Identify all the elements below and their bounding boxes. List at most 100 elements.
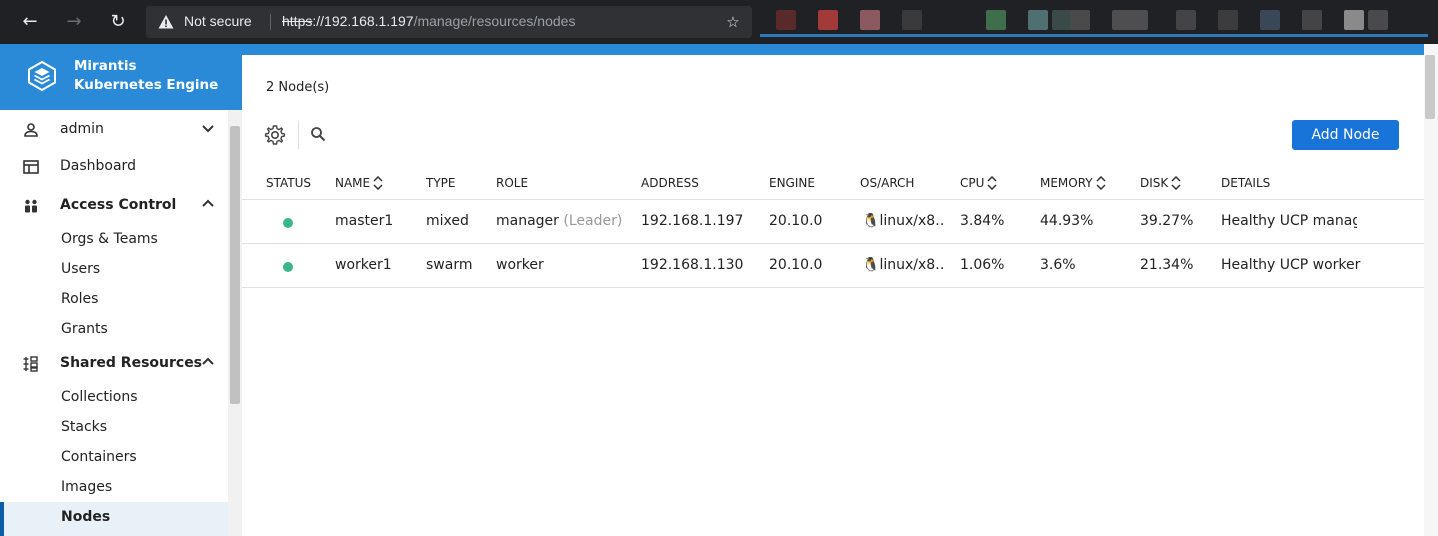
warning-icon[interactable] <box>158 14 174 30</box>
sidebar-item-grants[interactable]: Grants <box>61 321 108 337</box>
sort-icon[interactable] <box>1096 176 1106 190</box>
reload-icon[interactable]: ↻ <box>104 8 132 36</box>
extension-icon[interactable] <box>1112 10 1148 30</box>
sidebar-item-images[interactable]: Images <box>61 479 112 495</box>
extension-icon[interactable] <box>860 10 880 30</box>
resources-icon <box>23 356 38 372</box>
extension-icons <box>770 10 1430 34</box>
bookmark-star-icon[interactable]: ☆ <box>724 13 742 31</box>
node-name[interactable]: master1 <box>335 213 393 229</box>
sort-icon[interactable] <box>987 176 997 190</box>
forward-icon: → <box>66 11 82 32</box>
extension-icon[interactable] <box>776 10 796 30</box>
search-icon[interactable] <box>310 126 326 142</box>
url-scheme: https <box>282 13 313 29</box>
node-type: swarm <box>426 257 473 273</box>
url-text[interactable]: https://192.168.1.197/manage/resources/n… <box>282 13 575 29</box>
column-header-label: CPU <box>960 176 985 190</box>
node-os-arch: 🐧linux/x8… <box>862 257 946 273</box>
column-header-role: ROLE <box>496 176 529 190</box>
sidebar-item-dashboard[interactable]: Dashboard <box>0 152 228 182</box>
extension-icon[interactable] <box>902 10 922 30</box>
chevron-up-icon[interactable] <box>200 196 216 212</box>
node-role: manager (Leader) <box>496 213 622 229</box>
brand-line1: Mirantis <box>74 58 137 74</box>
status-healthy-icon <box>283 262 293 272</box>
column-header-os-arch: OS/ARCH <box>860 176 915 190</box>
extension-icon[interactable] <box>1368 10 1388 30</box>
column-header-disk[interactable]: DISK <box>1140 176 1181 190</box>
node-disk: 39.27% <box>1140 213 1194 229</box>
column-header-engine: ENGINE <box>769 176 815 190</box>
status-healthy-icon <box>283 218 293 228</box>
node-os-arch: 🐧linux/x8… <box>862 213 946 229</box>
table-bottom-border <box>242 287 1424 288</box>
sidebar-item-orgs-teams[interactable]: Orgs & Teams <box>61 231 158 247</box>
extension-icon[interactable] <box>1302 10 1322 30</box>
node-disk: 21.34% <box>1140 257 1194 273</box>
extension-icon[interactable] <box>1176 10 1196 30</box>
sidebar: admin Dashboard Access Control Orgs & Te… <box>0 110 242 536</box>
node-details: Healthy UCP worker <box>1221 257 1361 273</box>
sidebar-section-shared-resources[interactable]: Shared Resources <box>0 349 228 379</box>
extension-icon[interactable] <box>1218 10 1238 30</box>
extension-icon[interactable] <box>1260 10 1280 30</box>
url-separator <box>270 14 271 30</box>
extension-icon[interactable] <box>1052 10 1072 30</box>
gear-icon[interactable] <box>264 124 286 146</box>
node-type: mixed <box>426 213 469 229</box>
main-content: 2 Node(s) Add Node STATUS NAME TYPE ROLE… <box>242 55 1424 536</box>
toolbar-divider <box>298 121 299 149</box>
sidebar-item-roles[interactable]: Roles <box>61 291 98 307</box>
sidebar-item-nodes[interactable]: Nodes <box>0 502 228 536</box>
node-engine: 20.10.0 <box>769 213 823 229</box>
sort-icon[interactable] <box>373 176 383 190</box>
sidebar-user-label: admin <box>60 121 104 137</box>
extension-icon[interactable] <box>1028 10 1048 30</box>
mke-logo-icon <box>28 60 56 92</box>
sort-icon[interactable] <box>1171 176 1181 190</box>
sidebar-item-stacks[interactable]: Stacks <box>61 419 107 435</box>
sidebar-item-users[interactable]: Users <box>61 261 100 277</box>
sidebar-user-menu[interactable]: admin <box>0 115 228 145</box>
node-name[interactable]: worker1 <box>335 257 392 273</box>
column-header-status: STATUS <box>266 176 312 190</box>
users-icon <box>25 199 37 213</box>
sidebar-item-containers[interactable]: Containers <box>61 449 137 465</box>
column-header-memory[interactable]: MEMORY <box>1040 176 1106 190</box>
address-bar[interactable]: Not secure https://192.168.1.197/manage/… <box>146 6 752 38</box>
table-row[interactable]: master1 mixed manager (Leader) 192.168.1… <box>242 199 1424 243</box>
sidebar-section-label: Access Control <box>60 197 177 213</box>
node-cpu: 3.84% <box>960 213 1005 229</box>
os-arch-value: linux/x8… <box>879 257 946 273</box>
chevron-down-icon[interactable] <box>200 120 216 136</box>
column-header-type: TYPE <box>426 176 456 190</box>
brand-header[interactable]: Mirantis Kubernetes Engine <box>0 44 242 110</box>
extension-icon[interactable] <box>1344 10 1364 30</box>
back-icon[interactable]: ← <box>16 8 44 36</box>
security-label[interactable]: Not secure <box>184 13 252 29</box>
node-role: worker <box>496 257 544 273</box>
extension-icon[interactable] <box>1070 10 1090 30</box>
main-scrollbar-thumb[interactable] <box>1425 55 1435 119</box>
add-node-button[interactable]: Add Node <box>1292 120 1399 150</box>
column-header-address: ADDRESS <box>641 176 699 190</box>
node-address: 192.168.1.130 <box>641 257 744 273</box>
app: Mirantis Kubernetes Engine admin Dashboa… <box>0 44 1438 536</box>
extension-icon[interactable] <box>986 10 1006 30</box>
dashboard-icon <box>23 160 39 174</box>
table-row[interactable]: worker1 swarm worker 192.168.1.130 20.10… <box>242 243 1424 287</box>
sidebar-section-access-control[interactable]: Access Control <box>0 191 228 221</box>
linux-icon: 🐧 <box>862 257 880 273</box>
sidebar-scrollbar-thumb[interactable] <box>230 126 240 404</box>
chevron-up-icon[interactable] <box>200 354 216 370</box>
extension-icon[interactable] <box>818 10 838 30</box>
node-memory: 3.6% <box>1040 257 1076 273</box>
brand-name: Mirantis Kubernetes Engine <box>74 57 218 95</box>
column-header-label: NAME <box>335 176 371 190</box>
column-header-cpu[interactable]: CPU <box>960 176 997 190</box>
url-host: ://192.168.1.197 <box>312 13 414 29</box>
header-strip <box>242 44 1424 55</box>
sidebar-item-collections[interactable]: Collections <box>61 389 138 405</box>
column-header-name[interactable]: NAME <box>335 176 383 190</box>
